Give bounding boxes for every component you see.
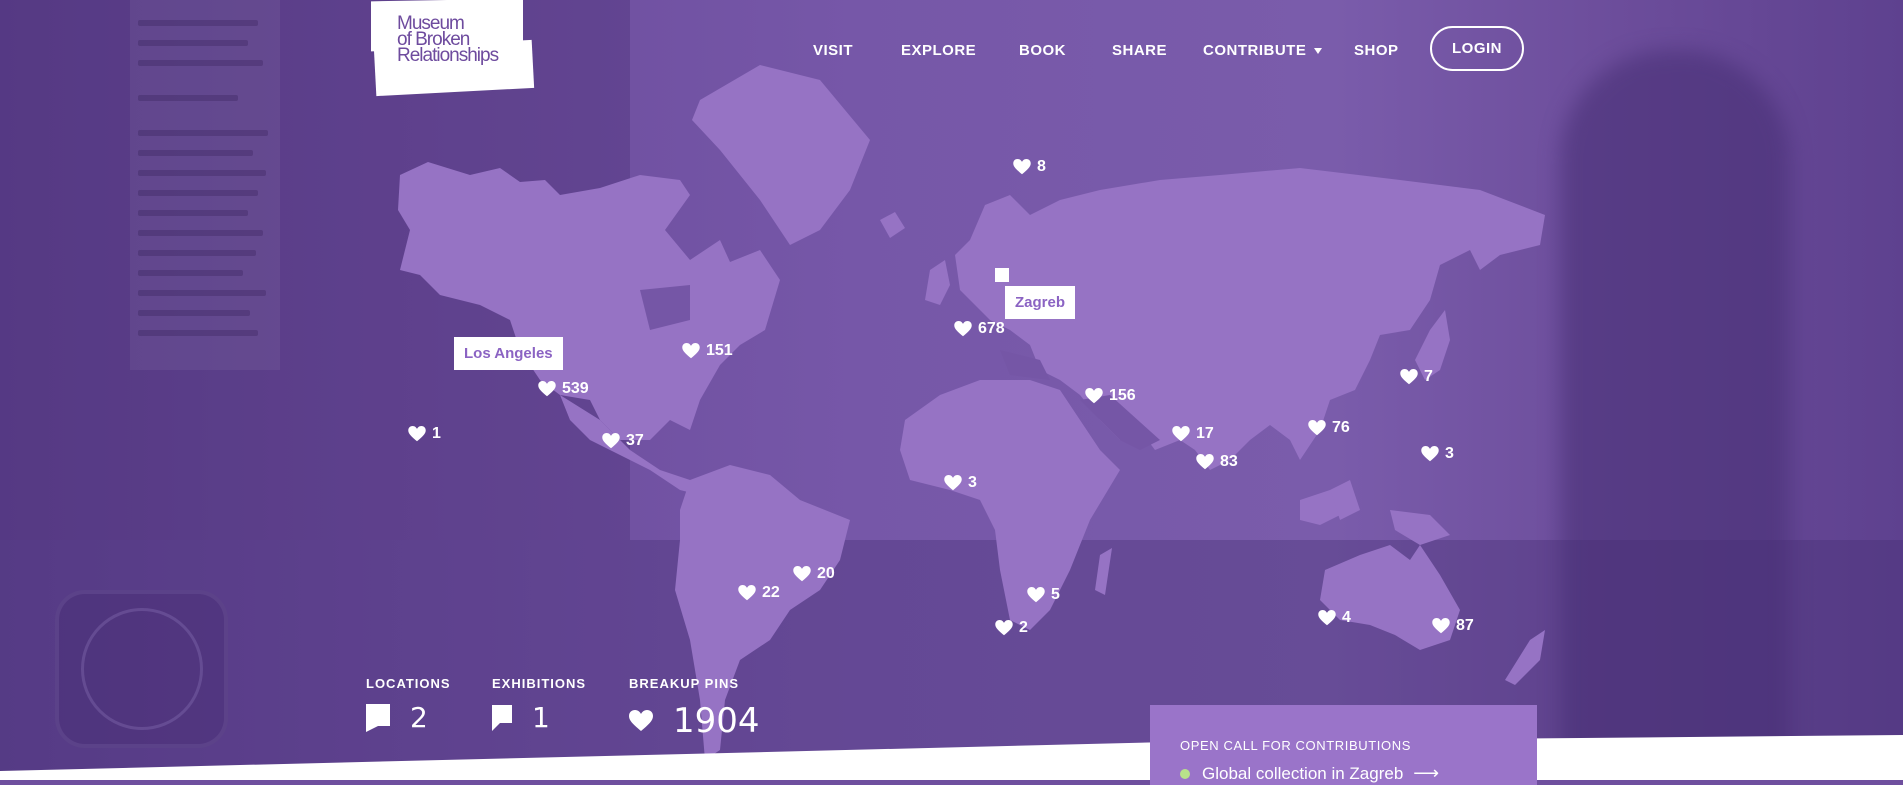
logo-text: Museum of Broken Relationships: [397, 13, 499, 66]
map-pin[interactable]: 3: [1421, 445, 1454, 463]
land-uk: [925, 260, 950, 305]
stat-locations: LOCATIONS 2: [366, 676, 451, 734]
map-pin[interactable]: 678: [954, 320, 1005, 338]
map-pin[interactable]: 8: [1013, 158, 1046, 176]
map-pin[interactable]: 1: [408, 425, 441, 443]
map-pin-count: 2: [1019, 619, 1028, 636]
heart-icon: [1013, 159, 1031, 175]
heart-icon: [602, 433, 620, 449]
open-call-link[interactable]: Global collection in Zagreb ⟶: [1180, 763, 1439, 784]
stat-exhibitions-label: EXHIBITIONS: [492, 676, 587, 691]
map-pin-count: 1: [432, 425, 441, 442]
land-new-zealand: [1505, 630, 1545, 685]
heart-icon: [538, 381, 556, 397]
pin-marker-zagreb: [995, 268, 1009, 282]
heart-icon: [629, 710, 653, 731]
map-pin-count: 8: [1037, 158, 1046, 175]
map-pin-count: 7: [1424, 368, 1433, 385]
heart-icon: [944, 475, 962, 491]
heart-icon: [1421, 446, 1439, 462]
map-pin-count: 37: [626, 432, 644, 449]
nav-contribute-label: CONTRIBUTE: [1203, 42, 1307, 59]
map-pin[interactable]: 87: [1432, 617, 1474, 635]
stat-pins-value: 1904: [673, 701, 760, 741]
map-pin[interactable]: 156: [1085, 387, 1136, 405]
map-pin-count: 5: [1051, 586, 1060, 603]
map-pin[interactable]: 22: [738, 584, 780, 602]
heart-icon: [738, 585, 756, 601]
chevron-down-icon: [1314, 48, 1323, 55]
map-pin[interactable]: 151: [682, 342, 733, 360]
land-new-guinea: [1390, 510, 1450, 545]
stat-exhibitions: EXHIBITIONS 1: [492, 676, 586, 734]
map-pin-count: 151: [706, 342, 733, 359]
open-call-link-label: Global collection in Zagreb: [1202, 763, 1404, 783]
stat-pins: BREAKUP PINS 1904: [629, 676, 760, 741]
map-pin[interactable]: 83: [1196, 453, 1238, 471]
stat-pins-label: BREAKUP PINS: [629, 676, 740, 691]
stat-locations-label: LOCATIONS: [366, 676, 451, 691]
map-pin[interactable]: 76: [1308, 419, 1350, 437]
world-map: [398, 65, 1545, 760]
heart-icon: [793, 566, 811, 582]
heart-icon: [1432, 618, 1450, 634]
map-pin[interactable]: 539: [538, 380, 589, 398]
map-pin-count: 17: [1196, 425, 1214, 442]
map-land: [398, 65, 1545, 760]
stat-locations-value: 2: [410, 701, 428, 734]
nav-explore[interactable]: EXPLORE: [901, 42, 976, 59]
map-pin-count: 83: [1220, 453, 1238, 470]
map-pin-count: 678: [978, 320, 1005, 337]
nav-book[interactable]: BOOK: [1019, 42, 1066, 59]
heart-icon: [1085, 388, 1103, 404]
stat-exhibitions-value: 1: [532, 701, 550, 734]
land-north-america: [398, 162, 780, 440]
location-icon: [366, 703, 390, 732]
arrow-right-icon: ⟶: [1413, 763, 1440, 783]
land-greenland: [692, 65, 870, 245]
nav-contribute[interactable]: CONTRIBUTE: [1203, 42, 1323, 59]
map-pin-count: 76: [1332, 419, 1350, 436]
open-call-title: OPEN CALL FOR CONTRIBUTIONS: [1180, 738, 1411, 753]
map-pin-count: 22: [762, 584, 780, 601]
map-pin[interactable]: 4: [1318, 609, 1351, 627]
heart-icon: [408, 426, 426, 442]
map-pin[interactable]: 20: [793, 565, 835, 583]
heart-icon: [995, 620, 1013, 636]
map-pin-count: 3: [1445, 445, 1454, 462]
heart-icon: [1196, 454, 1214, 470]
map-pin[interactable]: 5: [1027, 586, 1060, 604]
tooltip-los-angeles[interactable]: Los Angeles: [454, 337, 563, 370]
heart-icon: [1308, 420, 1326, 436]
nav-shop[interactable]: SHOP: [1354, 42, 1399, 59]
login-button[interactable]: LOGIN: [1430, 26, 1524, 71]
heart-icon: [1172, 426, 1190, 442]
tooltip-zagreb[interactable]: Zagreb: [1005, 286, 1076, 319]
museum-logo[interactable]: Museum of Broken Relationships: [371, 0, 535, 97]
map-pin[interactable]: 7: [1400, 368, 1433, 386]
map-pin[interactable]: 3: [944, 474, 977, 492]
map-pin-count: 4: [1342, 609, 1351, 626]
map-pin-count: 87: [1456, 617, 1474, 634]
map-pin[interactable]: 2: [995, 619, 1028, 637]
map-pin-count: 20: [817, 565, 835, 582]
open-call-panel[interactable]: OPEN CALL FOR CONTRIBUTIONS Global colle…: [1150, 705, 1537, 785]
nav-visit[interactable]: VISIT: [813, 42, 853, 59]
land-madagascar: [1095, 548, 1112, 595]
land-africa: [900, 380, 1120, 630]
map-pin-count: 539: [562, 380, 589, 397]
land-iceland: [880, 212, 905, 238]
map-pin-count: 3: [968, 474, 977, 491]
status-dot-icon: [1180, 768, 1190, 779]
heart-icon: [1318, 610, 1336, 626]
map-pin-count: 156: [1109, 387, 1136, 404]
heart-icon: [954, 321, 972, 337]
heart-icon: [682, 343, 700, 359]
nav-share[interactable]: SHARE: [1112, 42, 1167, 59]
exhibition-icon: [492, 704, 512, 731]
heart-icon: [1027, 587, 1045, 603]
map-pin[interactable]: 37: [602, 432, 644, 450]
map-pin[interactable]: 17: [1172, 425, 1214, 443]
heart-icon: [1400, 369, 1418, 385]
